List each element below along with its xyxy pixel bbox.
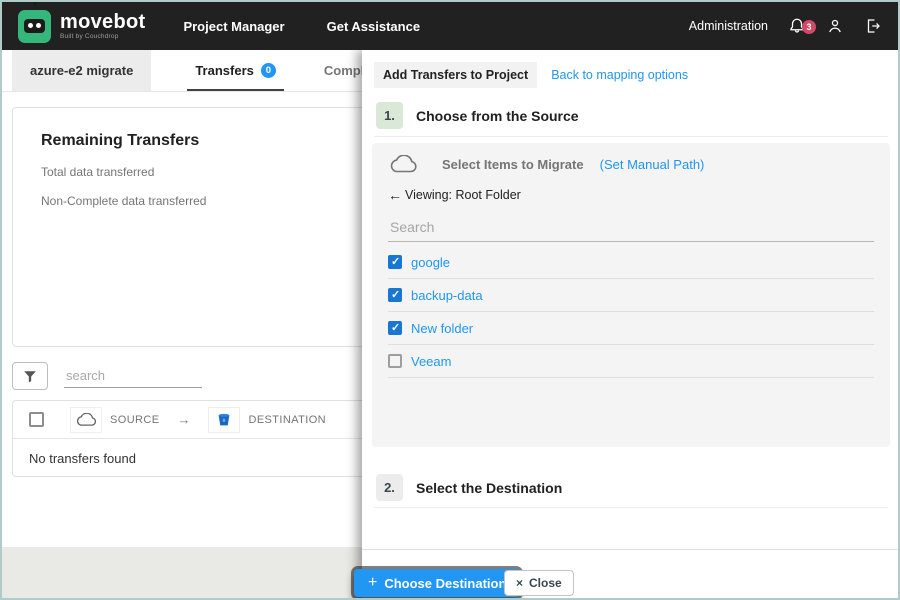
logout-icon (867, 19, 880, 33)
viewing-breadcrumb[interactable]: ← Viewing: Root Folder (388, 187, 874, 203)
logout-button[interactable] (864, 17, 882, 35)
add-transfers-drawer: Add Transfers to Project Back to mapping… (362, 50, 898, 598)
drawer-header: Add Transfers to Project Back to mapping… (362, 50, 898, 88)
list-item-veeam[interactable]: Veeam (388, 345, 874, 378)
filter-row (12, 362, 202, 390)
notifications-button[interactable]: 3 (788, 17, 816, 35)
tab-transfers[interactable]: Transfers 0 (187, 50, 284, 91)
account-button[interactable] (826, 17, 844, 35)
source-items-search-input[interactable] (388, 211, 874, 242)
brand-name: movebot (60, 10, 146, 33)
select-items-label: Select Items to Migrate (442, 157, 584, 172)
nav-link-project-manager[interactable]: Project Manager (183, 19, 284, 34)
bucket-icon (219, 413, 230, 425)
step2-heading: Select the Destination (416, 479, 563, 496)
source-icon-box (70, 406, 102, 433)
cloud-icon (76, 412, 97, 426)
checkbox-veeam[interactable] (388, 354, 402, 368)
filter-button[interactable] (12, 362, 48, 390)
choose-destination-button[interactable]: + Choose Destination (354, 569, 521, 597)
transfers-search-input[interactable] (64, 364, 202, 388)
source-browser-card: Select Items to Migrate (Set Manual Path… (372, 143, 890, 447)
step2-header: 2. Select the Destination (376, 474, 562, 501)
nav-link-get-assistance[interactable]: Get Assistance (327, 19, 420, 34)
drawer-footer-divider (362, 549, 898, 550)
top-navbar: movebot Built by Couchdrop Project Manag… (2, 2, 898, 50)
checkbox-google[interactable] (388, 255, 402, 269)
destination-icon-box (208, 406, 241, 433)
back-arrow-icon: ← (388, 187, 402, 203)
person-icon (829, 19, 841, 33)
list-item-new-folder[interactable]: New folder (388, 312, 874, 345)
nav-links: Project Manager Get Assistance (183, 19, 420, 34)
notification-count-badge: 3 (802, 20, 816, 34)
brand-text: movebot Built by Couchdrop (60, 12, 145, 41)
step1-divider (374, 136, 888, 137)
step1-header: 1. Choose from the Source (376, 102, 579, 129)
app-window: movebot Built by Couchdrop Project Manag… (0, 0, 900, 600)
administration-link[interactable]: Administration (689, 19, 768, 33)
nav-right: Administration 3 (689, 17, 882, 35)
source-browser-header: Select Items to Migrate (Set Manual Path… (388, 155, 874, 174)
movebot-logo-icon[interactable] (18, 2, 51, 43)
step1-number-badge: 1. (376, 102, 403, 129)
tab-project-name[interactable]: azure-e2 migrate (12, 50, 152, 91)
item-label[interactable]: google (411, 255, 450, 270)
brand-tagline: Built by Couchdrop (60, 32, 119, 40)
choose-destination-label: Choose Destination (384, 575, 507, 591)
checkbox-backup-data[interactable] (388, 288, 402, 302)
close-icon: × (516, 576, 524, 590)
column-destination: DESTINATION (248, 413, 327, 426)
checkbox-new-folder[interactable] (388, 321, 402, 335)
column-source: SOURCE (110, 413, 160, 426)
transfers-count-badge: 0 (260, 63, 276, 78)
plus-icon: + (368, 574, 378, 591)
back-to-mapping-link[interactable]: Back to mapping options (551, 68, 688, 82)
item-label[interactable]: backup-data (411, 288, 483, 303)
source-items-list: google backup-data New folder Veeam (388, 246, 874, 378)
item-label[interactable]: New folder (411, 321, 473, 336)
set-manual-path-link[interactable]: (Set Manual Path) (600, 157, 705, 172)
item-label[interactable]: Veeam (411, 354, 451, 369)
source-cloud-icon (390, 155, 417, 173)
step1-heading: Choose from the Source (416, 107, 579, 124)
filter-funnel-icon (24, 370, 36, 382)
source-to-destination-arrow-icon: → (177, 412, 191, 427)
tab-transfers-label: Transfers (195, 63, 254, 78)
drawer-title: Add Transfers to Project (374, 62, 538, 88)
step2-divider (374, 507, 888, 508)
viewing-label: Viewing: Root Folder (405, 188, 521, 202)
list-item-backup-data[interactable]: backup-data (388, 279, 874, 312)
step2-number-badge: 2. (376, 474, 403, 501)
list-item-google[interactable]: google (388, 246, 874, 279)
close-drawer-button[interactable]: × Close (504, 570, 574, 596)
close-label: Close (529, 576, 562, 590)
select-all-checkbox[interactable] (29, 412, 44, 427)
